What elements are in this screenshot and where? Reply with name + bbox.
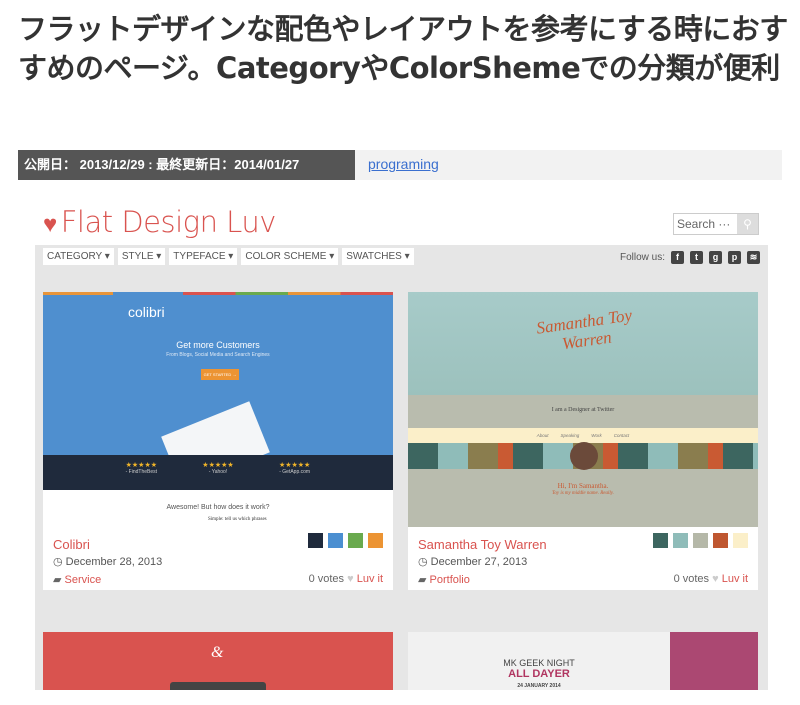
swatch[interactable] (693, 533, 708, 548)
heart-icon: ♥ (43, 210, 57, 238)
folder-icon: ▰ (53, 574, 65, 586)
swatch[interactable] (713, 533, 728, 548)
nav-color-scheme[interactable]: COLOR SCHEME ▾ (241, 248, 339, 265)
swatch[interactable] (733, 533, 748, 548)
swatch[interactable] (368, 533, 383, 548)
nav-style[interactable]: STYLE ▾ (117, 248, 166, 265)
color-swatches (308, 533, 383, 548)
swatch[interactable] (348, 533, 363, 548)
content-area: CATEGORY ▾ STYLE ▾ TYPEFACE ▾ COLOR SCHE… (35, 245, 768, 690)
card-3[interactable]: & (43, 632, 393, 690)
clock-icon: ◷ (418, 556, 431, 568)
nav-category[interactable]: CATEGORY ▾ (43, 248, 114, 265)
site-nav: CATEGORY ▾ STYLE ▾ TYPEFACE ▾ COLOR SCHE… (43, 248, 414, 265)
site-logo: ♥ Flat Design Luv (43, 205, 276, 239)
card-category[interactable]: ▰ Portfolio (418, 573, 470, 586)
search-icon[interactable]: ⚲ (737, 214, 758, 234)
card-4[interactable]: MK GEEK NIGHT ALL DAYER 24 JANUARY 2014 (408, 632, 758, 690)
twitter-icon[interactable]: t (690, 251, 703, 264)
category-link[interactable]: programing (368, 156, 439, 172)
card-title[interactable]: Samantha Toy Warren (418, 537, 547, 552)
card-samantha-toy-warren[interactable]: Samantha Toy Warren I am a Designer at T… (408, 292, 758, 590)
post-dates: 公開日： 2013/12/29 : 最終更新日：2014/01/27 (18, 150, 355, 180)
swatch[interactable] (308, 533, 323, 548)
site-screenshot: ♥ Flat Design Luv Search ··· ⚲ CATEGORY ▾ … (35, 195, 768, 690)
folder-icon: ▰ (418, 574, 430, 586)
card-votes: 0 votes ♥ Luv it (308, 573, 383, 585)
swatch[interactable] (673, 533, 688, 548)
card-category[interactable]: ▰ Service (53, 573, 101, 586)
rss-icon[interactable]: ≋ (747, 251, 760, 264)
nav-swatches[interactable]: SWATCHES ▾ (342, 248, 414, 265)
luv-it-button[interactable]: Luv it (357, 573, 383, 585)
pinterest-icon[interactable]: p (728, 251, 741, 264)
post-meta: 公開日： 2013/12/29 : 最終更新日：2014/01/27 progr… (18, 150, 782, 180)
nav-typeface[interactable]: TYPEFACE ▾ (169, 248, 238, 265)
heart-icon[interactable]: ♥ (712, 573, 719, 585)
card-votes: 0 votes ♥ Luv it (673, 573, 748, 585)
card-date: ◷ December 27, 2013 (418, 556, 528, 568)
card-colibri[interactable]: colibri Get more Customers From Blogs, S… (43, 292, 393, 590)
card-preview[interactable]: Samantha Toy Warren I am a Designer at T… (408, 292, 758, 527)
heart-icon[interactable]: ♥ (347, 573, 354, 585)
swatch[interactable] (653, 533, 668, 548)
google-plus-icon[interactable]: g (709, 251, 722, 264)
post-title: フラットデザインな配色やレイアウトを参考にする時におすすめのページ。Catego… (18, 12, 788, 85)
card-date: ◷ December 28, 2013 (53, 556, 163, 568)
luv-it-button[interactable]: Luv it (722, 573, 748, 585)
color-swatches (653, 533, 748, 548)
card-title[interactable]: Colibri (53, 537, 90, 552)
facebook-icon[interactable]: f (671, 251, 684, 264)
follow-us: Follow us: f t g p ≋ (620, 251, 760, 264)
clock-icon: ◷ (53, 556, 66, 568)
search-input[interactable]: Search ··· ⚲ (673, 213, 759, 235)
swatch[interactable] (328, 533, 343, 548)
card-preview[interactable]: colibri Get more Customers From Blogs, S… (43, 292, 393, 527)
